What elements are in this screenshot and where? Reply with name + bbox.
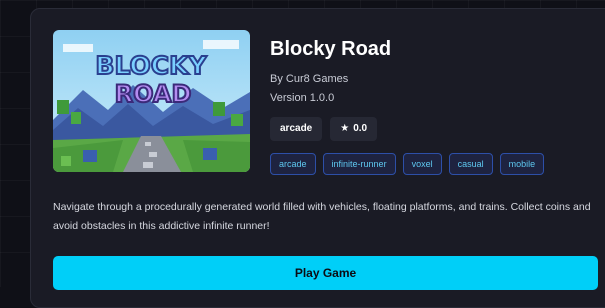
game-description: Navigate through a procedurally generate… bbox=[53, 201, 591, 232]
category-badge: arcade bbox=[270, 117, 323, 141]
svg-text:ROAD: ROAD bbox=[115, 80, 192, 108]
rating-badge: ★ 0.0 bbox=[330, 117, 378, 141]
info-pills: arcade ★ 0.0 bbox=[270, 117, 378, 141]
tag-casual[interactable]: casual bbox=[448, 153, 493, 175]
game-thumbnail: BLOCKY ROAD bbox=[53, 30, 250, 172]
tag-voxel[interactable]: voxel bbox=[402, 153, 442, 175]
svg-text:BLOCKY: BLOCKY bbox=[95, 51, 207, 80]
tag-arcade[interactable]: arcade bbox=[270, 153, 316, 175]
tag-list: arcade infinite-runner voxel casual mobi… bbox=[270, 153, 545, 175]
rating-value: 0.0 bbox=[353, 123, 368, 134]
star-icon: ★ bbox=[340, 123, 350, 134]
tag-mobile[interactable]: mobile bbox=[499, 153, 545, 175]
game-title: Blocky Road bbox=[270, 38, 392, 60]
author-label: By Cur8 Games bbox=[270, 73, 349, 85]
game-detail-card: BLOCKY ROAD Blocky Road By Cur8 Games Ve… bbox=[30, 8, 605, 308]
play-game-button[interactable]: Play Game bbox=[53, 256, 598, 290]
tag-infinite-runner[interactable]: infinite-runner bbox=[322, 153, 396, 175]
version-label: Version 1.0.0 bbox=[270, 92, 335, 104]
